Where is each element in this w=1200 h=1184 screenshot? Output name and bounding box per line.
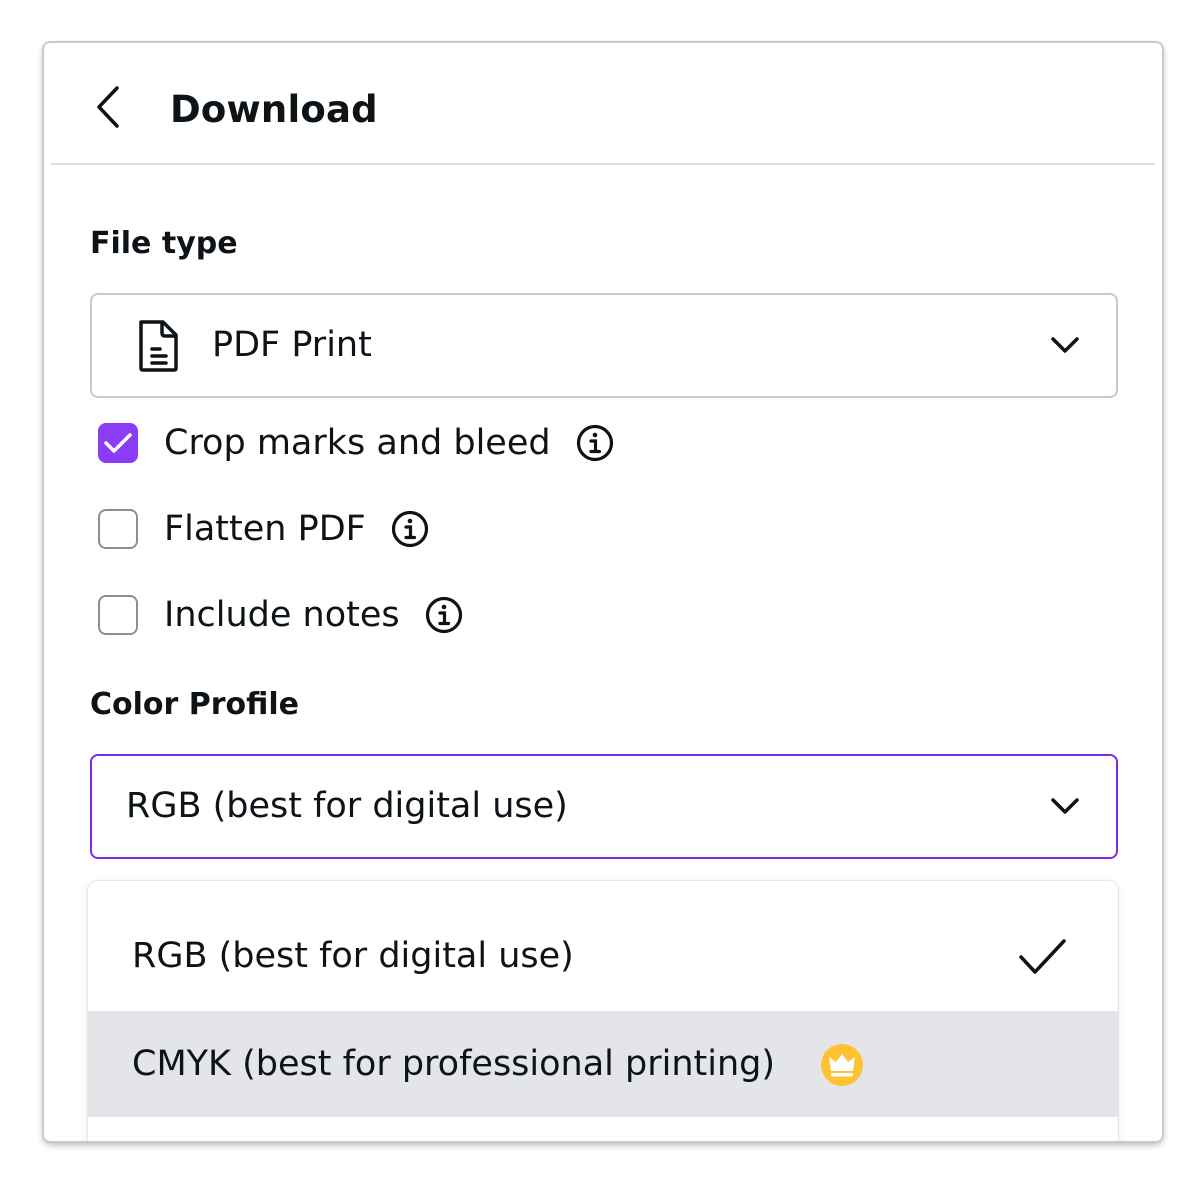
panel-header: Download: [44, 43, 1162, 164]
flatten-pdf-checkbox[interactable]: [98, 509, 138, 549]
chevron-down-icon: [1051, 337, 1079, 353]
chevron-down-icon: [1051, 798, 1079, 814]
menu-option-cmyk[interactable]: CMYK (best for professional printing): [88, 1011, 1118, 1117]
include-notes-label: Include notes: [164, 595, 400, 635]
file-type-select[interactable]: PDF Print: [90, 293, 1118, 398]
checkmark-icon: [104, 433, 132, 453]
download-panel: Download File type PDF Print Crop marks …: [44, 43, 1162, 1141]
color-profile-select[interactable]: RGB (best for digital use): [90, 754, 1118, 859]
info-icon[interactable]: [390, 509, 430, 549]
file-type-value: PDF Print: [212, 325, 372, 365]
back-button[interactable]: [84, 83, 132, 131]
color-profile-value: RGB (best for digital use): [126, 786, 568, 826]
include-notes-checkbox[interactable]: [98, 595, 138, 635]
info-icon[interactable]: [575, 423, 615, 463]
chevron-left-icon: [97, 86, 119, 128]
option-crop-marks[interactable]: Crop marks and bleed: [98, 419, 615, 467]
info-icon[interactable]: [424, 595, 464, 635]
option-label: CMYK (best for professional printing): [132, 1044, 776, 1084]
header-divider: [51, 163, 1155, 165]
document-icon: [139, 320, 178, 372]
option-include-notes[interactable]: Include notes: [98, 591, 464, 639]
menu-option-rgb[interactable]: RGB (best for digital use): [88, 903, 1118, 1009]
crop-marks-checkbox[interactable]: [98, 423, 138, 463]
option-flatten-pdf[interactable]: Flatten PDF: [98, 505, 430, 553]
flatten-pdf-label: Flatten PDF: [164, 509, 366, 549]
option-label: RGB (best for digital use): [132, 936, 574, 976]
file-type-label: File type: [90, 226, 238, 261]
crown-icon: [821, 1044, 863, 1086]
check-icon: [1019, 939, 1066, 974]
page-title: Download: [170, 88, 378, 131]
color-profile-label: Color Profile: [90, 687, 300, 722]
crop-marks-label: Crop marks and bleed: [164, 423, 551, 463]
color-profile-menu: RGB (best for digital use) CMYK (best fo…: [88, 881, 1118, 1141]
